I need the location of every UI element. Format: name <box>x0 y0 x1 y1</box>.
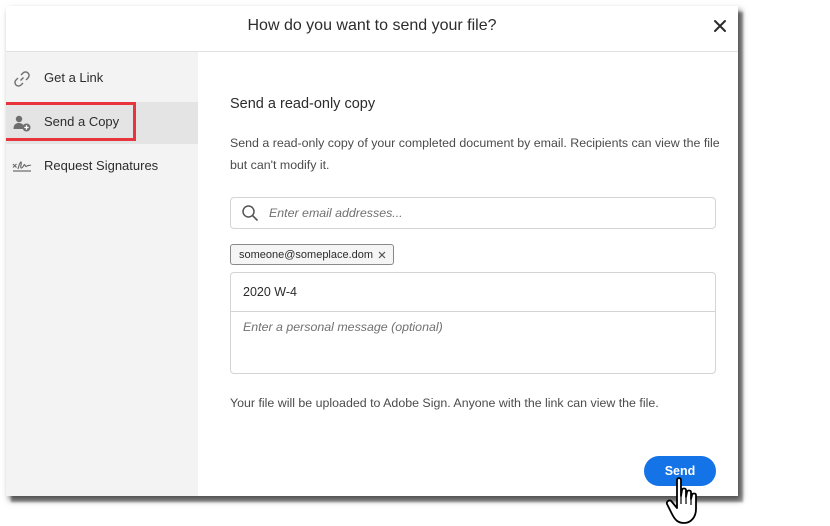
email-field[interactable] <box>230 197 716 229</box>
upload-note: Your file will be uploaded to Adobe Sign… <box>230 396 659 410</box>
section-title: Send a read-only copy <box>230 96 376 112</box>
search-icon <box>242 205 258 221</box>
recipient-email: someone@someplace.dom <box>239 249 374 261</box>
remove-recipient-icon[interactable] <box>377 250 387 260</box>
close-icon[interactable] <box>708 14 732 38</box>
add-user-icon <box>13 115 31 132</box>
sidebar-item-get-a-link[interactable]: Get a Link <box>6 58 198 100</box>
email-input[interactable] <box>267 202 701 224</box>
sidebar-item-label: Get a Link <box>44 70 104 85</box>
signature-icon <box>12 161 32 172</box>
sidebar-item-label: Request Signatures <box>44 158 159 173</box>
personal-message-field[interactable]: Enter a personal message (optional) <box>243 320 443 334</box>
sidebar-item-label: Send a Copy <box>44 114 120 129</box>
dialog-header: How do you want to send your file? <box>6 6 738 52</box>
subject-text: 2020 W-4 <box>243 285 297 299</box>
sidebar-item-request-signatures[interactable]: Request Signatures <box>6 146 198 188</box>
send-file-dialog: How do you want to send your file? Get a… <box>6 6 738 496</box>
recipient-chip: someone@someplace.dom <box>230 244 394 265</box>
subject-field[interactable]: 2020 W-4 <box>231 273 715 312</box>
message-container: 2020 W-4 Enter a personal message (optio… <box>230 272 716 374</box>
sidebar-item-send-a-copy[interactable]: Send a Copy <box>6 102 198 144</box>
sidebar: Get a Link Send a Copy Request Signature… <box>6 52 198 496</box>
dialog-title: How do you want to send your file? <box>247 17 497 34</box>
hand-pointer-cursor-icon <box>665 477 697 524</box>
link-icon <box>14 71 30 87</box>
description-text: Send a read-only copy of your completed … <box>230 136 720 172</box>
main-panel: Send a read-only copy Send a read-only c… <box>198 52 738 496</box>
